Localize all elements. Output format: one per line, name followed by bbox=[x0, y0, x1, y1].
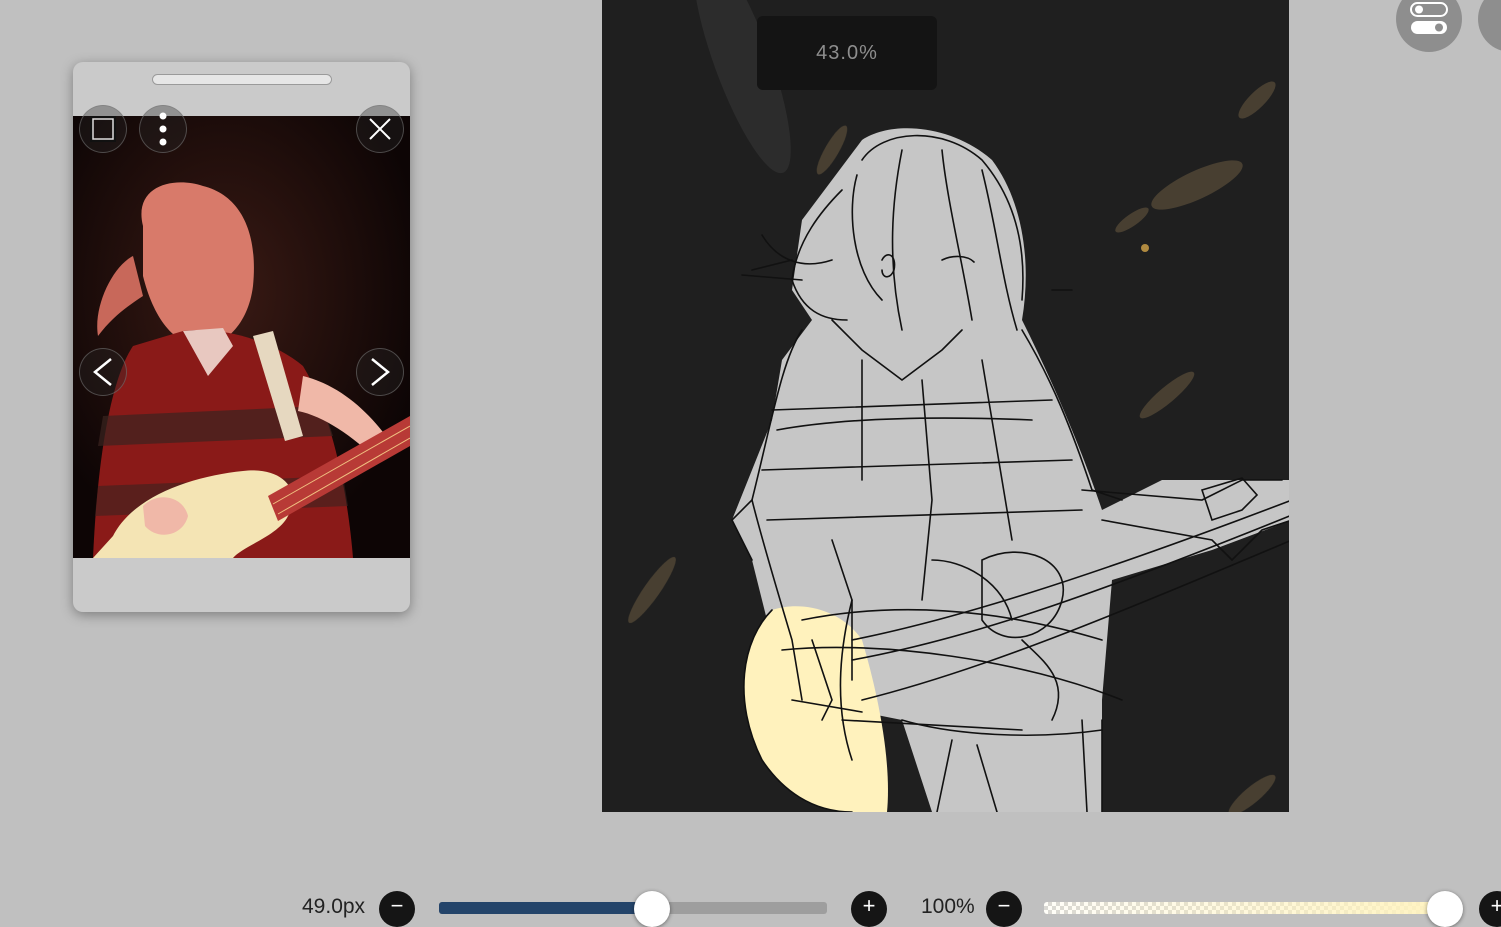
reference-window[interactable] bbox=[73, 62, 410, 612]
opacity-decrease-button[interactable]: − bbox=[986, 891, 1022, 927]
opacity-slider[interactable] bbox=[1044, 902, 1462, 914]
sketch-artwork bbox=[628, 0, 1289, 812]
settings-toggle-icon bbox=[1410, 2, 1448, 34]
brush-size-decrease-button[interactable]: − bbox=[379, 891, 415, 927]
reference-photo bbox=[73, 116, 410, 558]
brush-size-slider-knob[interactable] bbox=[634, 891, 671, 927]
more-options-button[interactable] bbox=[139, 105, 187, 153]
opacity-value: 100% bbox=[921, 895, 975, 918]
square-frame-icon bbox=[90, 116, 116, 142]
previous-image-button[interactable] bbox=[79, 348, 127, 396]
chevron-left-icon bbox=[93, 358, 112, 386]
reference-window-drag-handle[interactable] bbox=[152, 74, 332, 85]
close-reference-button[interactable] bbox=[356, 105, 404, 153]
reference-photo-art bbox=[73, 116, 410, 558]
panel-button[interactable] bbox=[1478, 0, 1501, 52]
zoom-indicator: 43.0% bbox=[757, 16, 937, 90]
brush-size-increase-button[interactable]: + bbox=[851, 891, 887, 927]
chevron-right-icon bbox=[371, 358, 390, 386]
brush-size-slider-fill bbox=[439, 902, 653, 914]
brush-size-slider[interactable] bbox=[439, 902, 827, 914]
frame-toggle-button[interactable] bbox=[79, 105, 127, 153]
brush-size-value: 49.0px bbox=[302, 895, 366, 918]
close-icon bbox=[369, 118, 391, 140]
next-image-button[interactable] bbox=[356, 348, 404, 396]
settings-toggle-button[interactable] bbox=[1396, 0, 1462, 52]
vertical-dots-icon bbox=[159, 112, 167, 146]
opacity-increase-button[interactable]: + bbox=[1479, 891, 1501, 927]
drawing-canvas[interactable] bbox=[602, 0, 1289, 812]
opacity-slider-fill bbox=[1044, 902, 1462, 914]
opacity-slider-knob[interactable] bbox=[1427, 891, 1464, 927]
